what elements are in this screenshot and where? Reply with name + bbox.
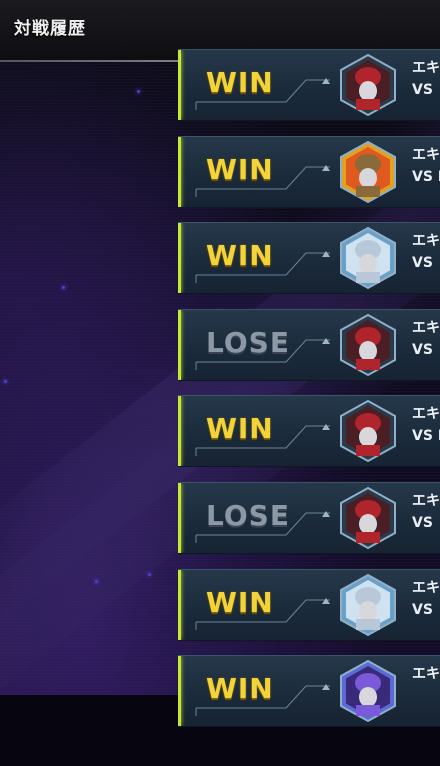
match-result-label: WIN [206,672,274,706]
player-name: エキ [412,60,440,76]
player-name: エキ [412,493,440,509]
match-history-row[interactable]: WIN エキ VS [178,568,440,641]
opponent-name: VS [412,82,433,98]
triangle-marker-icon [322,424,330,431]
silver-hair-duelist-icon[interactable] [336,226,400,290]
opponent-name: VS I [412,428,440,445]
triangle-marker-icon [322,511,330,517]
match-result-label: WIN [206,152,274,186]
page-title: 対戦履歴 [14,19,86,39]
sparkle [148,573,151,576]
match-result-label: WIN [206,585,274,619]
silver-hair-duelist-icon[interactable] [336,573,400,637]
opponent-name: VS I [412,168,440,185]
opponent-name: VS [412,255,433,272]
match-history-row[interactable]: WIN エキ VS I [178,135,440,208]
player-name: エキ [412,319,440,336]
red-cap-duelist-icon[interactable] [336,313,400,377]
player-name: エキ [412,579,440,596]
match-result-label: WIN [206,412,274,446]
match-result-label: LOSE [206,499,290,532]
match-history-row[interactable]: WIN エキ VS [178,222,440,295]
triangle-marker-icon [322,684,330,691]
purple-hair-duelist-icon[interactable] [336,659,400,723]
red-cap-duelist-icon[interactable] [336,399,400,463]
kuriboh-monster-icon[interactable] [336,140,400,204]
match-history-row[interactable]: WIN エキ VS [178,49,440,121]
player-name: エキ [412,233,440,250]
match-result-label: WIN [206,239,274,273]
triangle-marker-icon [322,597,330,604]
opponent-name: VS [412,601,433,618]
player-name: エキ [412,666,440,683]
match-history-row[interactable]: WIN エキ VS I [178,395,440,468]
triangle-marker-icon [322,164,330,171]
player-name: エキ [412,146,440,163]
match-history-row[interactable]: LOSE エキ VS [178,482,440,554]
sparkle [62,286,65,289]
opponent-name: VS [412,515,433,531]
red-cap-duelist-icon[interactable] [336,53,400,117]
match-history-row[interactable]: WIN エキ [178,655,440,728]
match-result-label: WIN [206,66,274,99]
triangle-marker-icon [322,337,330,344]
triangle-marker-icon [322,78,330,84]
player-name: エキ [412,406,440,423]
sparkle [95,580,98,583]
match-result-label: LOSE [206,325,290,359]
sparkle [4,380,7,383]
red-cap-duelist-icon[interactable] [336,486,400,550]
sparkle [137,90,140,93]
match-history-row[interactable]: LOSE エキ VS [178,308,440,381]
triangle-marker-icon [322,251,330,258]
opponent-name: VS [412,341,433,358]
